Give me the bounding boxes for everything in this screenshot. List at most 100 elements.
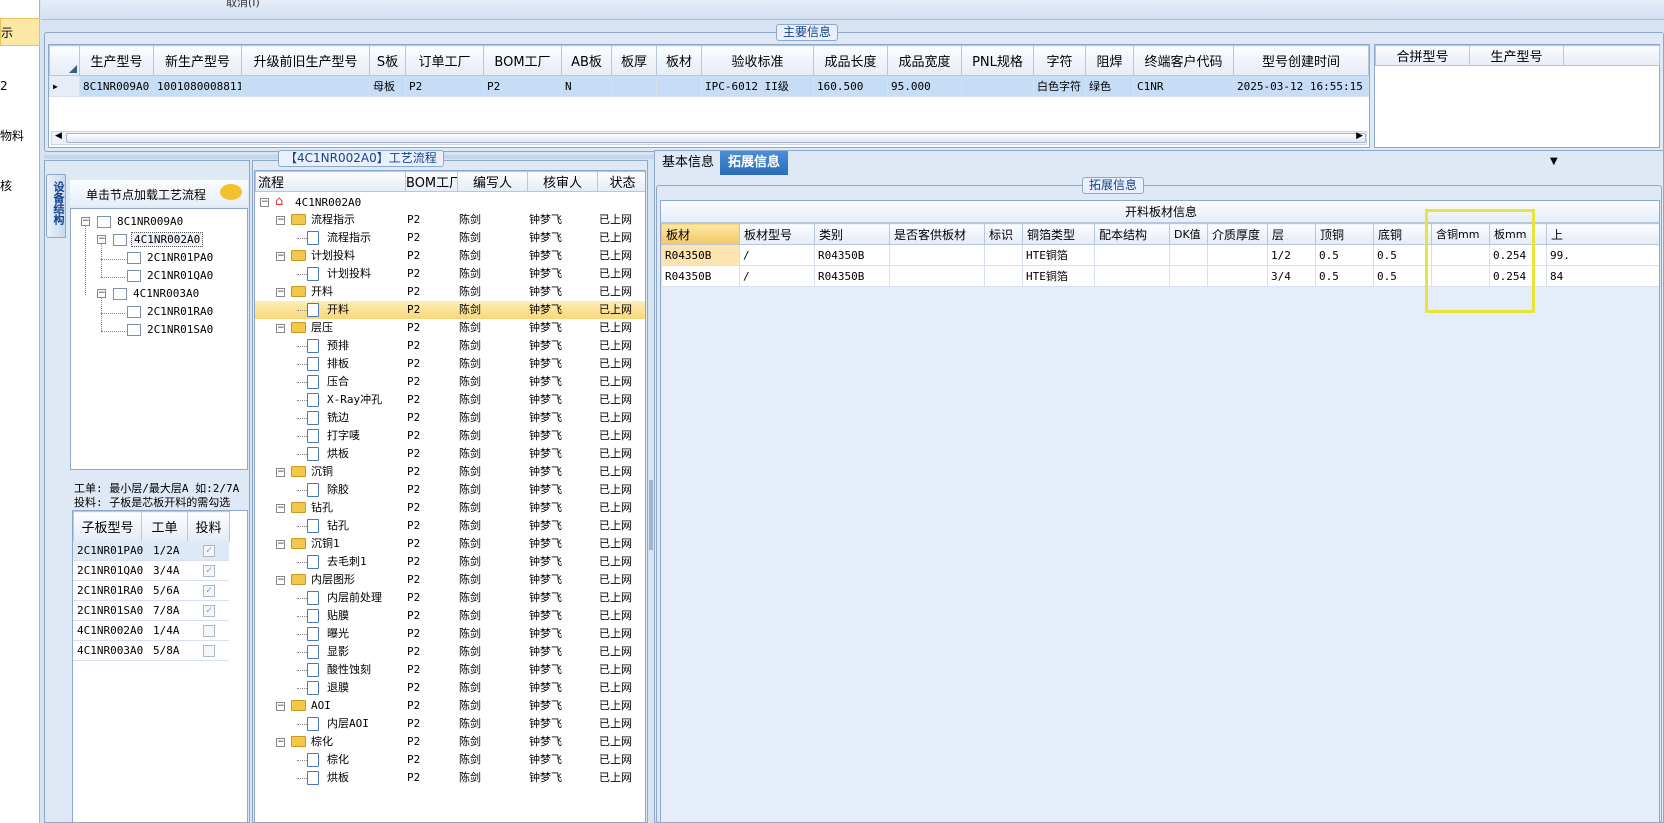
cell[interactable]: P2 — [405, 75, 484, 97]
col-header[interactable]: 状态 — [597, 171, 645, 192]
col-header[interactable]: 验收标准 — [701, 45, 814, 76]
feed-checkbox[interactable]: ✓ — [203, 585, 215, 597]
process-step-row[interactable]: 内层AOI P2 陈剑 钟梦飞 已上网 — [255, 715, 645, 733]
col-header[interactable]: DK值 — [1169, 223, 1208, 245]
cell[interactable] — [611, 75, 657, 97]
cell[interactable] — [1094, 265, 1170, 287]
process-step-row[interactable]: 退膜 P2 陈剑 钟梦飞 已上网 — [255, 679, 645, 697]
process-step-row[interactable]: 压合 P2 陈剑 钟梦飞 已上网 — [255, 373, 645, 391]
col-header[interactable]: 阻焊 — [1085, 45, 1134, 76]
scroll-right-icon[interactable]: ▶ — [1356, 131, 1363, 141]
col-header[interactable]: 投料 — [187, 511, 230, 542]
table-row[interactable]: 2C1NR01QA0 3/4A ✓ — [73, 561, 229, 581]
col-header[interactable]: 合拼型号 — [1375, 45, 1470, 66]
process-step-row[interactable]: 贴膜 P2 陈剑 钟梦飞 已上网 — [255, 607, 645, 625]
col-header[interactable]: 成品宽度 — [887, 45, 962, 76]
cancel-button[interactable]: 取消(I) — [226, 0, 260, 10]
col-header[interactable]: 新生产型号 — [153, 45, 242, 76]
process-step-row[interactable]: 棕化 P2 陈剑 钟梦飞 已上网 — [255, 751, 645, 769]
cell[interactable]: 84 — [1546, 265, 1659, 287]
cell[interactable]: 2025-03-12 16:55:15 — [1233, 75, 1369, 97]
process-step-row[interactable]: 曝光 P2 陈剑 钟梦飞 已上网 — [255, 625, 645, 643]
process-root[interactable]: − ⌂ 4C1NR002A0 — [255, 193, 645, 211]
cell[interactable] — [241, 75, 370, 97]
table-row[interactable]: 4C1NR003A0 5/8A — [73, 641, 229, 661]
col-header[interactable]: 是否客供板材 — [889, 223, 985, 245]
col-header[interactable]: 生产型号 — [1469, 45, 1564, 66]
table-row[interactable]: 2C1NR01PA0 1/2A ✓ — [73, 541, 229, 561]
col-header[interactable]: BOM工厂 — [405, 171, 458, 192]
col-header[interactable]: 成品长度 — [813, 45, 888, 76]
cell[interactable]: 4C1NR003A0 — [77, 641, 143, 661]
process-group-row[interactable]: − 开料 P2 陈剑 钟梦飞 已上网 — [255, 283, 645, 301]
cell[interactable] — [984, 265, 1023, 287]
col-header[interactable]: 介质厚度 — [1207, 223, 1268, 245]
process-group-row[interactable]: − 流程指示 P2 陈剑 钟梦飞 已上网 — [255, 211, 645, 229]
collapse-icon[interactable]: − — [81, 217, 90, 226]
nav-item-1[interactable]: 示 — [0, 18, 40, 46]
collapse-icon[interactable]: − — [276, 540, 285, 549]
collapse-icon[interactable]: − — [276, 468, 285, 477]
col-header[interactable]: 上 — [1546, 223, 1659, 245]
collapse-icon[interactable]: − — [276, 252, 285, 261]
process-step-row[interactable]: 排板 P2 陈剑 钟梦飞 已上网 — [255, 355, 645, 373]
cell[interactable]: 10010800088115 — [153, 75, 242, 97]
cell[interactable] — [889, 265, 985, 287]
cell[interactable]: 4C1NR002A0 — [77, 621, 143, 641]
col-header[interactable]: 配本结构 — [1094, 223, 1170, 245]
cell[interactable]: 2C1NR01PA0 — [77, 541, 143, 561]
col-header[interactable]: BOM工厂 — [483, 45, 562, 76]
cell[interactable]: 白色字符 — [1033, 75, 1086, 97]
cell[interactable]: HTE铜箔 — [1022, 265, 1095, 287]
cell[interactable]: 5/6A — [153, 581, 180, 601]
process-step-row[interactable]: 流程指示 P2 陈剑 钟梦飞 已上网 — [255, 229, 645, 247]
process-step-row[interactable]: 计划投料 P2 陈剑 钟梦飞 已上网 — [255, 265, 645, 283]
process-group-row[interactable]: − AOI P2 陈剑 钟梦飞 已上网 — [255, 697, 645, 715]
col-header[interactable]: 底铜 — [1373, 223, 1432, 245]
feed-checkbox[interactable]: ✓ — [203, 605, 215, 617]
col-header[interactable]: 板材 — [656, 45, 702, 76]
process-group-row[interactable]: − 计划投料 P2 陈剑 钟梦飞 已上网 — [255, 247, 645, 265]
col-header[interactable]: 类别 — [814, 223, 890, 245]
scroll-left-icon[interactable]: ◀ — [55, 131, 62, 141]
cell[interactable] — [656, 75, 702, 97]
process-step-row[interactable]: 钻孔 P2 陈剑 钟梦飞 已上网 — [255, 517, 645, 535]
tab-basic-info[interactable]: 基本信息 — [654, 151, 722, 175]
cell[interactable] — [961, 75, 1034, 97]
process-step-row[interactable]: 铣边 P2 陈剑 钟梦飞 已上网 — [255, 409, 645, 427]
col-header[interactable]: AB板 — [561, 45, 612, 76]
cell[interactable]: 0.5 — [1373, 265, 1432, 287]
cell[interactable]: 2C1NR01QA0 — [77, 561, 143, 581]
table-row[interactable]: 4C1NR002A0 1/4A — [73, 621, 229, 641]
col-header[interactable]: 型号创建时间 — [1233, 45, 1369, 76]
col-header[interactable]: 铜箔类型 — [1022, 223, 1095, 245]
tree-node[interactable]: 8C1NR009A0 — [117, 215, 183, 228]
tree-node[interactable]: 2C1NR01SA0 — [147, 323, 213, 336]
cell[interactable]: 0.5 — [1315, 244, 1374, 266]
cell[interactable]: 5/8A — [153, 641, 180, 661]
cell[interactable]: 1/2A — [153, 541, 180, 561]
cell[interactable]: 3/4A — [153, 561, 180, 581]
col-header[interactable]: 顶铜 — [1315, 223, 1374, 245]
cell[interactable]: 95.000 — [887, 75, 962, 97]
col-header[interactable]: 升级前旧生产型号 — [241, 45, 370, 76]
cell[interactable]: P2 — [483, 75, 562, 97]
process-group-row[interactable]: − 棕化 P2 陈剑 钟梦飞 已上网 — [255, 733, 645, 751]
collapse-icon[interactable]: − — [276, 288, 285, 297]
process-step-row[interactable]: 内层前处理 P2 陈剑 钟梦飞 已上网 — [255, 589, 645, 607]
col-header[interactable]: 子板型号 — [73, 511, 142, 542]
cell[interactable]: C1NR — [1133, 75, 1234, 97]
cell[interactable]: 2C1NR01RA0 — [77, 581, 143, 601]
col-header[interactable]: 板厚 — [611, 45, 657, 76]
collapse-icon[interactable]: − — [276, 738, 285, 747]
nav-item-4[interactable]: 核 — [0, 172, 40, 200]
col-header[interactable]: 板材 — [661, 223, 740, 245]
cell[interactable]: 3/4 — [1267, 265, 1316, 287]
cell[interactable] — [1207, 244, 1268, 266]
process-step-row[interactable]: 烘板 P2 陈剑 钟梦飞 已上网 — [255, 769, 645, 787]
cell[interactable] — [984, 244, 1023, 266]
cell[interactable]: 7/8A — [153, 601, 180, 621]
cell[interactable]: R04350B — [814, 265, 890, 287]
cell[interactable] — [1169, 265, 1208, 287]
nav-item-2[interactable]: 2 — [0, 72, 40, 100]
